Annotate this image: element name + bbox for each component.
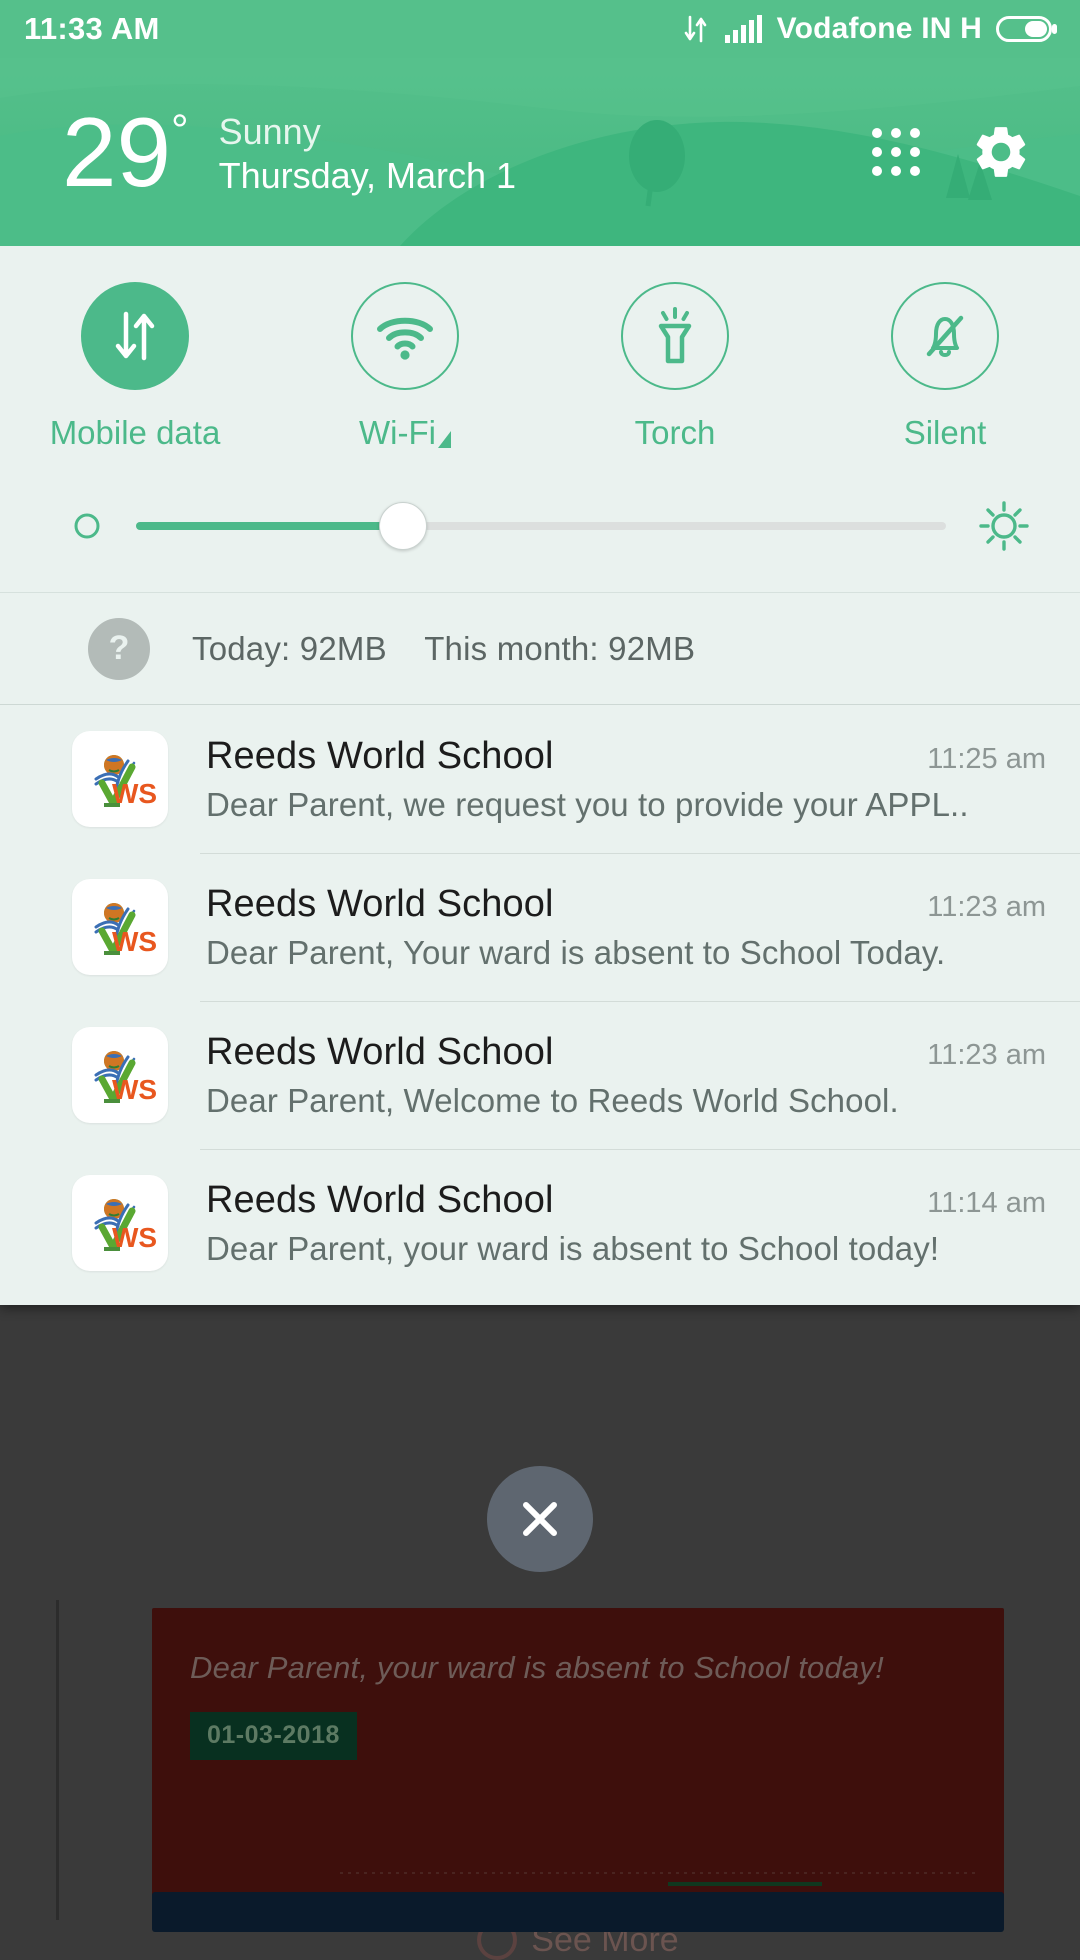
brightness-high-icon xyxy=(979,501,1029,551)
reeds-world-school-logo-icon: WS xyxy=(72,879,168,975)
background-sidebar-edge xyxy=(56,1600,59,1920)
data-usage-row[interactable]: ? Today: 92MB This month: 92MB xyxy=(0,592,1080,704)
quick-tile-mobile-data[interactable]: Mobile data xyxy=(0,282,270,452)
data-usage-month: This month: 92MB xyxy=(424,629,696,667)
silent-tile-circle[interactable] xyxy=(891,282,999,390)
torch-tile-circle[interactable] xyxy=(621,282,729,390)
weather-condition: Sunny xyxy=(218,111,321,153)
quick-tile-label: Mobile data xyxy=(49,414,221,451)
mobile-data-tile-circle[interactable] xyxy=(81,282,189,390)
brightness-track[interactable] xyxy=(136,502,946,550)
data-usage-text: Today: 92MB This month: 92MB xyxy=(192,630,695,668)
degree-symbol: ° xyxy=(171,106,189,155)
data-transfer-icon xyxy=(115,311,155,361)
brightness-thumb[interactable] xyxy=(379,502,428,550)
brightness-fill xyxy=(136,522,404,530)
brightness-low-icon xyxy=(74,513,100,539)
notification-app-name: Reeds World School xyxy=(206,883,554,925)
notification-item[interactable]: WS Reeds World School 11:23 am Dear Pare… xyxy=(0,853,1080,1001)
temperature-display: 29 ° xyxy=(62,103,189,201)
background-date-badge: 01-03-2018 xyxy=(190,1712,357,1760)
reeds-world-school-logo-icon: WS xyxy=(72,1027,168,1123)
notification-time: 11:25 am xyxy=(927,743,1046,775)
data-usage-today: Today: 92MB xyxy=(192,629,387,667)
close-shade-button[interactable] xyxy=(487,1466,593,1572)
quick-tile-wifi[interactable]: Wi-Fi xyxy=(270,282,540,452)
signal-bars-icon xyxy=(724,15,762,43)
close-x-icon xyxy=(523,1502,557,1536)
temperature-value: 29 xyxy=(62,97,172,207)
notification-message: Dear Parent, we request you to provide y… xyxy=(206,786,969,823)
background-dotted-divider xyxy=(340,1872,980,1874)
notification-item[interactable]: WS Reeds World School 11:23 am Dear Pare… xyxy=(0,1001,1080,1149)
weather-header[interactable]: 29 ° Sunny Thursday, March 1 xyxy=(0,58,1080,246)
wifi-label-text: Wi-Fi xyxy=(359,414,436,451)
background-green-divider xyxy=(668,1882,822,1886)
quick-tile-label: Torch xyxy=(634,414,716,451)
notification-time: 11:23 am xyxy=(927,1039,1046,1071)
reeds-world-school-logo-icon: WS xyxy=(72,731,168,827)
background-message-card[interactable]: Dear Parent, your ward is absent to Scho… xyxy=(152,1608,1004,1908)
notification-message: Dear Parent, Welcome to Reeds World Scho… xyxy=(206,1082,899,1119)
notification-item[interactable]: WS Reeds World School 11:14 am Dear Pare… xyxy=(0,1149,1080,1297)
status-bar-clock: 11:33 AM xyxy=(24,11,160,46)
quick-tile-label: Wi-Fi xyxy=(359,414,451,452)
notification-message: Dear Parent, your ward is absent to Scho… xyxy=(206,1230,940,1267)
notification-item[interactable]: WS Reeds World School 11:25 am Dear Pare… xyxy=(0,705,1080,853)
wifi-tile-circle[interactable] xyxy=(351,282,459,390)
question-mark-icon[interactable]: ? xyxy=(88,617,150,680)
app-grid-icon[interactable] xyxy=(872,128,920,176)
bell-muted-icon xyxy=(926,315,964,357)
quick-tile-label: Silent xyxy=(903,414,987,451)
background-message-text: Dear Parent, your ward is absent to Scho… xyxy=(190,1650,884,1685)
gear-icon[interactable] xyxy=(970,121,1032,183)
wifi-icon xyxy=(377,317,433,360)
background-navy-card[interactable] xyxy=(152,1892,1004,1932)
quick-settings-panel: Mobile data Wi-Fi Torch Silent xyxy=(0,246,1080,452)
flashlight-icon xyxy=(658,307,692,364)
notification-list: WS Reeds World School 11:25 am Dear Pare… xyxy=(0,704,1080,1305)
battery-icon xyxy=(996,16,1057,42)
quick-tile-torch[interactable]: Torch xyxy=(540,282,810,452)
notification-shade: 11:33 AM Vodafone IN H 29 ° Sunny Thursd… xyxy=(0,0,1080,1443)
status-bar: 11:33 AM Vodafone IN H xyxy=(0,0,1080,58)
notification-message: Dear Parent, Your ward is absent to Scho… xyxy=(206,934,946,971)
notification-time: 11:23 am xyxy=(927,891,1046,923)
reeds-world-school-logo-icon: WS xyxy=(72,1175,168,1271)
status-bar-carrier: Vodafone IN H xyxy=(776,12,982,45)
weather-date: Thursday, March 1 xyxy=(218,155,517,196)
notification-app-name: Reeds World School xyxy=(206,1031,554,1073)
notification-app-name: Reeds World School xyxy=(206,1179,554,1221)
notification-time: 11:14 am xyxy=(927,1187,1046,1219)
notification-app-name: Reeds World School xyxy=(206,735,554,777)
data-transfer-icon xyxy=(684,15,706,43)
quick-tile-silent[interactable]: Silent xyxy=(810,282,1080,452)
wifi-expand-caret-icon[interactable] xyxy=(437,431,451,448)
brightness-slider-row[interactable] xyxy=(0,452,1080,592)
